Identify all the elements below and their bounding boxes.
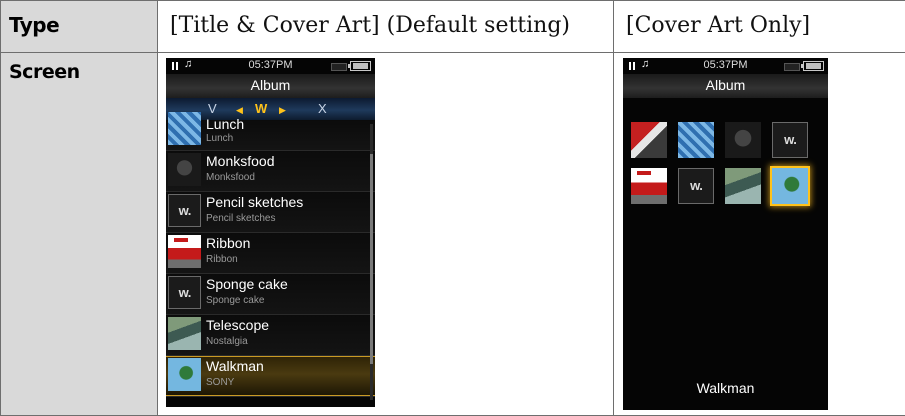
walkman-logo-icon[interactable]: ᴡ.	[772, 122, 808, 158]
cover-art-only-cell: ♫ 05:37PM Album ᴡ. ᴡ. Walkman	[613, 52, 905, 416]
album-cover-image	[168, 317, 201, 350]
title-cover-art-header: [Title & Cover Art] (Default setting)	[157, 0, 614, 53]
album-title: Monksfood	[206, 153, 275, 169]
cover-art-tile[interactable]	[678, 122, 714, 158]
scrollbar-thumb[interactable]	[370, 154, 373, 364]
index-current-letter: W	[255, 101, 268, 116]
cover-art-tile[interactable]	[631, 168, 667, 204]
walkman-logo-icon: ᴡ.	[168, 276, 201, 309]
list-item-selected[interactable]: Walkman SONY	[166, 356, 375, 397]
cover-art-tile-selected[interactable]	[772, 168, 808, 204]
cover-art-tile[interactable]	[725, 168, 761, 204]
title-cover-art-cell: ♫ 05:37PM Album V ◀ W ▶ X Lunch Lunch Mo…	[157, 52, 614, 416]
device-screen-grid: ♫ 05:37PM Album ᴡ. ᴡ. Walkman	[623, 58, 828, 410]
album-artist: Pencil sketches	[206, 213, 276, 224]
screen-title: Album	[623, 74, 828, 98]
album-artist: SONY	[206, 377, 235, 388]
screen-row: Screen ♫ 05:37PM Album V ◀ W ▶ X Lunch L…	[0, 52, 905, 416]
album-list: Lunch Lunch Monksfood Monksfood ᴡ. Penci…	[166, 112, 375, 397]
album-cover-image	[168, 153, 201, 186]
album-title: Sponge cake	[206, 276, 288, 292]
list-item[interactable]: ᴡ. Pencil sketches Pencil sketches	[166, 192, 375, 233]
screen-title: Album	[166, 74, 375, 98]
list-item[interactable]: ᴡ. Sponge cake Sponge cake	[166, 274, 375, 315]
signal-icon	[331, 63, 347, 71]
cover-art-tile[interactable]	[631, 122, 667, 158]
cover-art-tile[interactable]	[725, 122, 761, 158]
album-artist: Ribbon	[206, 254, 238, 265]
battery-icon	[348, 61, 371, 71]
album-cover-image	[168, 112, 201, 145]
header-row: Type [Title & Cover Art] (Default settin…	[0, 0, 905, 53]
index-next-letter[interactable]: X	[318, 98, 327, 120]
album-title: Telescope	[206, 317, 270, 333]
list-item[interactable]: Telescope Nostalgia	[166, 315, 375, 356]
battery-icon	[801, 61, 824, 71]
album-artist: Monksfood	[206, 172, 255, 183]
album-artist: Lunch	[206, 133, 234, 144]
list-item[interactable]: Ribbon Ribbon	[166, 233, 375, 274]
type-header: Type	[0, 0, 158, 53]
album-artist: Nostalgia	[206, 336, 248, 347]
album-title: Walkman	[206, 358, 264, 374]
screen-row-label: Screen	[0, 52, 158, 416]
album-cover-image	[168, 235, 201, 268]
album-artist: Sponge cake	[206, 295, 265, 306]
signal-icon	[784, 63, 800, 71]
arrow-right-icon[interactable]: ▶	[279, 99, 286, 121]
album-cover-image	[168, 358, 201, 391]
list-item[interactable]: Monksfood Monksfood	[166, 151, 375, 192]
scrollbar[interactable]	[370, 124, 373, 400]
status-bar: ♫ 05:37PM	[623, 58, 828, 74]
album-title: Lunch	[206, 116, 245, 132]
walkman-logo-icon: ᴡ.	[168, 194, 201, 227]
list-item[interactable]: Lunch Lunch	[166, 112, 375, 151]
album-title: Pencil sketches	[206, 194, 304, 210]
walkman-logo-icon[interactable]: ᴡ.	[678, 168, 714, 204]
settings-table: Type [Title & Cover Art] (Default settin…	[0, 0, 905, 416]
album-title: Ribbon	[206, 235, 251, 251]
device-screen-list: ♫ 05:37PM Album V ◀ W ▶ X Lunch Lunch Mo…	[166, 58, 375, 407]
selected-album-caption: Walkman	[696, 380, 755, 396]
cover-art-only-header: [Cover Art Only]	[613, 0, 905, 53]
status-bar: ♫ 05:37PM	[166, 58, 375, 74]
